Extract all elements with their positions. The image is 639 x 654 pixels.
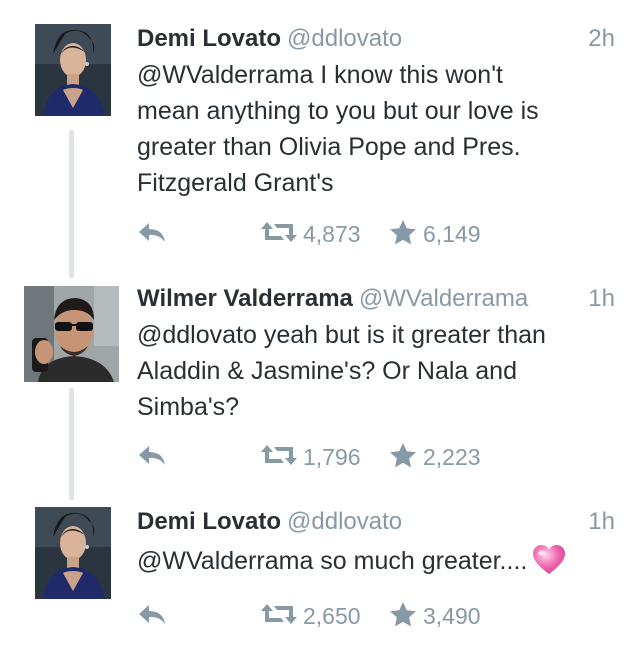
tweet-text-line: @ddlovato yeah but is it greater than xyxy=(137,321,546,349)
tweet-text: @WValderrama I know this won't mean anyt… xyxy=(137,57,617,201)
tweet-text-line: Simba's? xyxy=(137,393,240,421)
display-name[interactable]: Demi Lovato xyxy=(137,25,281,52)
favorite-count: 6,149 xyxy=(423,221,481,247)
favorite-button[interactable]: 2,223 xyxy=(389,441,481,473)
display-name[interactable]: Wilmer Valderrama xyxy=(137,285,353,312)
timestamp[interactable]: 1h xyxy=(588,505,615,539)
reply-icon[interactable] xyxy=(137,443,167,472)
retweet-count: 1,796 xyxy=(303,444,361,470)
tweet-text-line: Fitzgerald Grant's xyxy=(137,169,334,197)
tweet-header: Wilmer Valderrama @WValderrama 1h xyxy=(137,282,615,316)
retweet-icon xyxy=(261,443,297,472)
favorite-count: 3,490 xyxy=(423,603,481,629)
retweet-icon xyxy=(261,220,297,249)
timestamp[interactable]: 2h xyxy=(588,22,615,56)
tweet-item[interactable]: Demi Lovato @ddlovato 1h @WValderrama so … xyxy=(0,505,639,645)
avatar[interactable] xyxy=(24,286,119,382)
tweet-item[interactable]: Demi Lovato @ddlovato 2h @WValderrama I k… xyxy=(0,22,639,254)
tweet-text-line: Aladdin & Jasmine's? Or Nala and xyxy=(137,357,517,385)
tweet-text-line: @WValderrama so much greater.... xyxy=(137,547,528,575)
tweet-text-line: @WValderrama I know this won't xyxy=(137,61,503,89)
star-icon xyxy=(389,442,417,473)
retweet-count: 2,650 xyxy=(303,603,361,629)
reply-icon[interactable] xyxy=(137,220,167,249)
star-icon xyxy=(389,601,417,632)
tweet-text: @WValderrama so much greater.... xyxy=(137,543,617,585)
avatar[interactable] xyxy=(35,507,111,599)
tweet-text-line: mean anything to you but our love is xyxy=(137,97,539,125)
star-icon xyxy=(389,219,417,250)
timestamp[interactable]: 1h xyxy=(588,282,615,316)
favorite-button[interactable]: 6,149 xyxy=(389,218,481,250)
retweet-button[interactable]: 2,650 xyxy=(261,600,361,632)
tweet-text: @ddlovato yeah but is it greater than Al… xyxy=(137,317,617,425)
tweet-item[interactable]: Wilmer Valderrama @WValderrama 1h @ddlova… xyxy=(0,282,639,482)
favorite-button[interactable]: 3,490 xyxy=(389,600,481,632)
retweet-button[interactable]: 4,873 xyxy=(261,218,361,250)
retweet-button[interactable]: 1,796 xyxy=(261,441,361,473)
avatar[interactable] xyxy=(35,24,111,116)
favorite-count: 2,223 xyxy=(423,444,481,470)
tweet-actions: 1,796 2,223 xyxy=(137,441,537,473)
tweet-header: Demi Lovato @ddlovato 1h xyxy=(137,505,615,539)
tweet-header: Demi Lovato @ddlovato 2h xyxy=(137,22,615,56)
tweet-actions: 2,650 3,490 xyxy=(137,600,537,632)
user-handle[interactable]: @WValderrama xyxy=(359,285,528,312)
user-handle[interactable]: @ddlovato xyxy=(287,25,402,52)
pink-heart-emoji xyxy=(533,545,566,585)
tweet-text-line: greater than Olivia Pope and Pres. xyxy=(137,133,521,161)
reply-icon[interactable] xyxy=(137,602,167,631)
user-handle[interactable]: @ddlovato xyxy=(287,508,402,535)
display-name[interactable]: Demi Lovato xyxy=(137,508,281,535)
retweet-icon xyxy=(261,602,297,631)
retweet-count: 4,873 xyxy=(303,221,361,247)
tweet-actions: 4,873 6,149 xyxy=(137,218,537,250)
